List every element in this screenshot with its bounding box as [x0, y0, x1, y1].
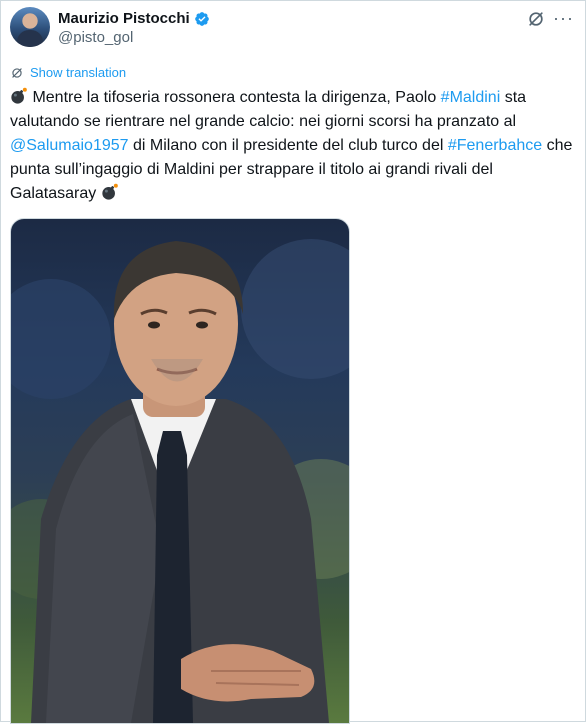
author-handle[interactable]: @pisto_gol: [58, 29, 133, 47]
photo-illustration: [11, 239, 349, 723]
grok-icon[interactable]: [526, 9, 546, 29]
tweet-photo[interactable]: [10, 218, 350, 724]
translate-icon: [12, 67, 22, 78]
bomb-emoji-icon: [102, 183, 118, 200]
tweet-text-part-1: Mentre la tifoseria rossonera contesta l…: [28, 89, 441, 106]
verified-badge-icon: [194, 12, 209, 26]
author-name-row[interactable]: Maurizio Pistocchi: [58, 10, 210, 28]
mention-salumaio1957[interactable]: @Salumaio1957: [10, 137, 129, 154]
tweet-text-part-3: di Milano con il presidente del club tur…: [128, 137, 448, 154]
bomb-emoji-icon: [11, 87, 27, 104]
more-options-icon[interactable]: ···: [553, 8, 574, 28]
show-translation-label[interactable]: Show translation: [30, 65, 126, 80]
author-display-name[interactable]: Maurizio Pistocchi: [58, 10, 190, 28]
hashtag-maldini[interactable]: #Maldini: [441, 89, 501, 106]
avatar[interactable]: [10, 7, 50, 47]
tweet-text: Mentre la tifoseria rossonera contesta l…: [10, 86, 576, 206]
show-translation-link[interactable]: Show translation: [10, 65, 126, 80]
tweet-header: Maurizio Pistocchi @pisto_gol ···: [10, 7, 576, 49]
hashtag-fenerbahce[interactable]: #Fenerbahce: [448, 137, 542, 154]
